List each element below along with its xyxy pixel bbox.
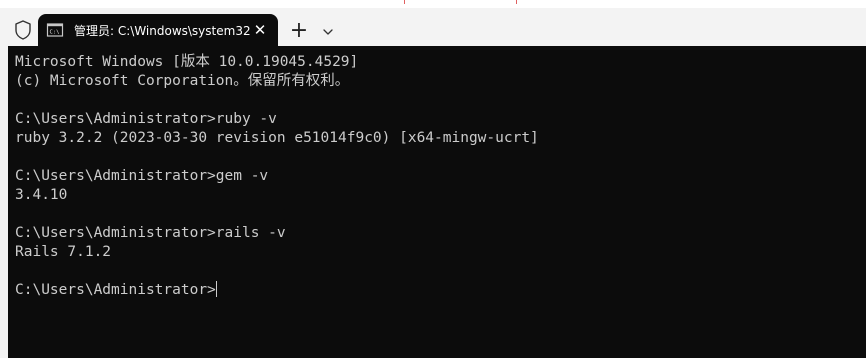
tab-title: 管理员: C:\Windows\system32 bbox=[74, 23, 251, 38]
chevron-down-icon[interactable] bbox=[318, 22, 338, 42]
terminal-line: Microsoft Windows [版本 10.0.19045.4529] bbox=[15, 54, 359, 70]
shield-icon[interactable] bbox=[12, 19, 34, 41]
terminal-line: (c) Microsoft Corporation。保留所有权利。 bbox=[15, 73, 350, 89]
terminal-line: C:\Users\Administrator>rails -v bbox=[15, 225, 286, 241]
strip-mark bbox=[404, 0, 405, 4]
terminal-window: C:\ 管理员: C:\Windows\system32 ✕ + Microso… bbox=[0, 0, 866, 358]
text-cursor bbox=[215, 281, 217, 297]
prompt-line[interactable]: C:\Users\Administrator> bbox=[15, 281, 866, 300]
strip-mark bbox=[516, 0, 517, 4]
cmd-icon: C:\ bbox=[46, 21, 64, 39]
title-bar: C:\ 管理员: C:\Windows\system32 ✕ + bbox=[0, 8, 866, 46]
svg-text:C:\: C:\ bbox=[50, 30, 60, 36]
top-strip bbox=[0, 0, 866, 8]
terminal-line: C:\Users\Administrator>ruby -v bbox=[15, 111, 277, 127]
tab-admin-cmd[interactable]: C:\ 管理员: C:\Windows\system32 ✕ bbox=[38, 14, 278, 46]
terminal-line: 3.4.10 bbox=[15, 187, 68, 203]
close-icon[interactable]: ✕ bbox=[252, 22, 268, 38]
plus-icon[interactable]: + bbox=[288, 20, 310, 42]
terminal-output[interactable]: Microsoft Windows [版本 10.0.19045.4529] (… bbox=[8, 46, 866, 358]
prompt-text: C:\Users\Administrator> bbox=[15, 282, 216, 298]
terminal-line: C:\Users\Administrator>gem -v bbox=[15, 168, 269, 184]
terminal-line: ruby 3.2.2 (2023-03-30 revision e51014f9… bbox=[15, 130, 539, 146]
terminal-line: Rails 7.1.2 bbox=[15, 244, 112, 260]
